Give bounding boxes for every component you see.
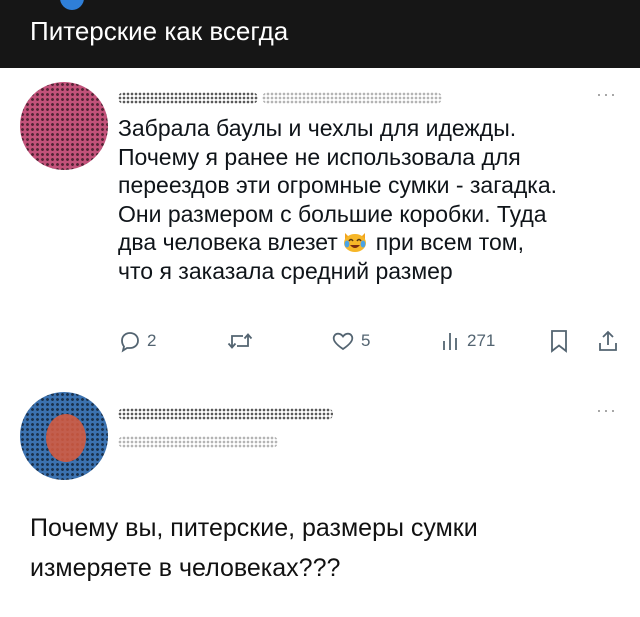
like-count: 5 bbox=[361, 331, 371, 350]
share-icon bbox=[596, 328, 620, 354]
tweet-line: Они размером с большие коробки. Туда bbox=[118, 200, 547, 227]
comment-text: Почему вы, питерские, размеры сумки изме… bbox=[30, 508, 620, 588]
views-icon bbox=[440, 329, 462, 353]
tweet-text: Забрала баулы и чехлы для идежды. Почему… bbox=[118, 114, 618, 285]
tweet-line: Почему я ранее не использовала для bbox=[118, 143, 521, 170]
tweet-line: два человека влезет при всем том, bbox=[118, 228, 618, 257]
comment-line: Почему вы, питерские, размеры сумки bbox=[30, 514, 478, 542]
laughing-cat-emoji-icon bbox=[342, 229, 368, 253]
reply-author-handle-blurred bbox=[118, 436, 278, 448]
page-title: Питерские как всегда bbox=[30, 16, 289, 46]
reply-count: 2 bbox=[147, 331, 157, 350]
author-handle-blurred bbox=[262, 92, 442, 104]
tweet-line: переездов эти огромные сумки - загадка. bbox=[118, 172, 558, 198]
share-button[interactable] bbox=[596, 326, 620, 356]
author-name-blurred bbox=[118, 92, 258, 104]
bookmark-button[interactable] bbox=[548, 326, 570, 356]
tweet-line: что я заказала средний размер bbox=[118, 257, 453, 284]
tweet-more-icon[interactable]: ··· bbox=[596, 84, 617, 105]
tweet-line: Забрала баулы и чехлы для идежды. bbox=[118, 115, 517, 141]
heart-icon bbox=[330, 329, 356, 353]
views-count: 271 bbox=[467, 331, 496, 350]
bookmark-icon bbox=[548, 328, 570, 354]
tweet-actions: 2 5 271 bbox=[118, 326, 628, 356]
profile-avatar-icon[interactable] bbox=[60, 0, 84, 10]
reply-icon bbox=[118, 329, 142, 353]
views-button[interactable]: 271 bbox=[440, 326, 495, 356]
comment-line: измеряете в человеках??? bbox=[30, 554, 341, 582]
retweet-button[interactable] bbox=[226, 326, 254, 356]
top-bar: Питерские как всегда bbox=[0, 0, 640, 68]
reply-button[interactable]: 2 bbox=[118, 326, 156, 356]
tweet-line-part: при всем том, bbox=[375, 229, 525, 255]
tweet-line-part: два человека влезет bbox=[118, 229, 338, 255]
like-button[interactable]: 5 bbox=[330, 326, 370, 356]
reply-author-avatar[interactable] bbox=[20, 392, 108, 480]
reply-more-icon[interactable]: ··· bbox=[596, 400, 617, 421]
author-avatar[interactable] bbox=[20, 82, 108, 170]
retweet-icon bbox=[226, 329, 254, 353]
reply-author-name-blurred bbox=[118, 408, 333, 420]
